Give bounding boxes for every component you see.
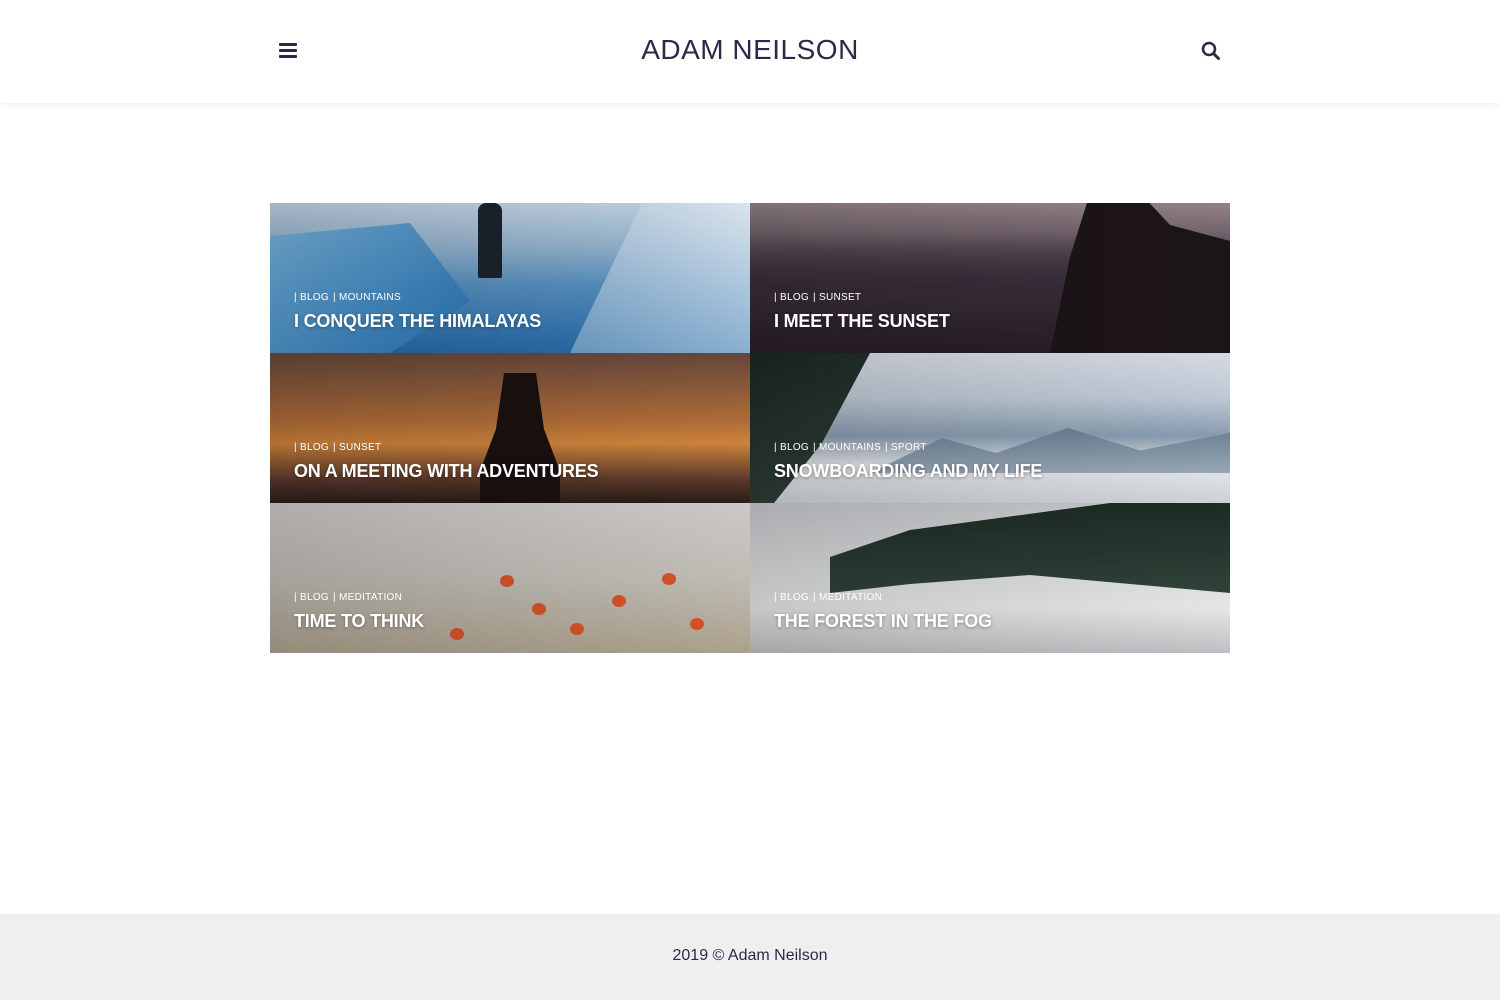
post-categories: | BLOG | MEDITATION	[294, 592, 403, 603]
post-title[interactable]: TIME TO THINK	[294, 611, 424, 632]
post-categories: | BLOG | MOUNTAINS	[294, 292, 401, 303]
category-link[interactable]: MOUNTAINS	[819, 442, 881, 453]
search-icon[interactable]	[1201, 41, 1221, 61]
post-title[interactable]: I CONQUER THE HIMALAYAS	[294, 311, 541, 332]
category-link[interactable]: MEDITATION	[819, 592, 882, 603]
post-title[interactable]: SNOWBOARDING AND MY LIFE	[774, 461, 1042, 482]
post-title[interactable]: I MEET THE SUNSET	[774, 311, 950, 332]
post-card[interactable]: | BLOG | SUNSET ON A MEETING WITH ADVENTU…	[270, 353, 750, 503]
site-title[interactable]: ADAM NEILSON	[0, 34, 1500, 66]
category-link[interactable]: SPORT	[891, 442, 927, 453]
post-title[interactable]: THE FOREST IN THE FOG	[774, 611, 992, 632]
category-link[interactable]: SUNSET	[339, 442, 381, 453]
category-link[interactable]: BLOG	[780, 592, 809, 603]
post-title[interactable]: ON A MEETING WITH ADVENTURES	[294, 461, 599, 482]
category-link[interactable]: BLOG	[780, 442, 809, 453]
category-link[interactable]: BLOG	[300, 442, 329, 453]
category-link[interactable]: BLOG	[300, 292, 329, 303]
category-link[interactable]: BLOG	[300, 592, 329, 603]
post-card[interactable]: | BLOG | MEDITATION THE FOREST IN THE FOG	[750, 503, 1230, 653]
post-card[interactable]: | BLOG | MEDITATION TIME TO THINK	[270, 503, 750, 653]
post-card[interactable]: | BLOG | MOUNTAINS | SPORT SNOWBOARDING AN…	[750, 353, 1230, 503]
post-categories: | BLOG | SUNSET	[294, 442, 382, 453]
category-link[interactable]: MOUNTAINS	[339, 292, 401, 303]
site-footer: 2019 © Adam Neilson	[0, 914, 1500, 1000]
category-link[interactable]: MEDITATION	[339, 592, 402, 603]
copyright-text: 2019 © Adam Neilson	[672, 947, 828, 964]
post-categories: | BLOG | MEDITATION	[774, 592, 883, 603]
post-card[interactable]: | BLOG | MOUNTAINS I CONQUER THE HIMALAYA…	[270, 203, 750, 353]
post-grid: | BLOG | MOUNTAINS I CONQUER THE HIMALAYA…	[270, 203, 1230, 653]
category-link[interactable]: BLOG	[780, 292, 809, 303]
post-categories: | BLOG | MOUNTAINS | SPORT	[774, 442, 927, 453]
post-categories: | BLOG | SUNSET	[774, 292, 862, 303]
site-header: ADAM NEILSON	[0, 0, 1500, 103]
post-card[interactable]: | BLOG | SUNSET I MEET THE SUNSET	[750, 203, 1230, 353]
category-link[interactable]: SUNSET	[819, 292, 861, 303]
